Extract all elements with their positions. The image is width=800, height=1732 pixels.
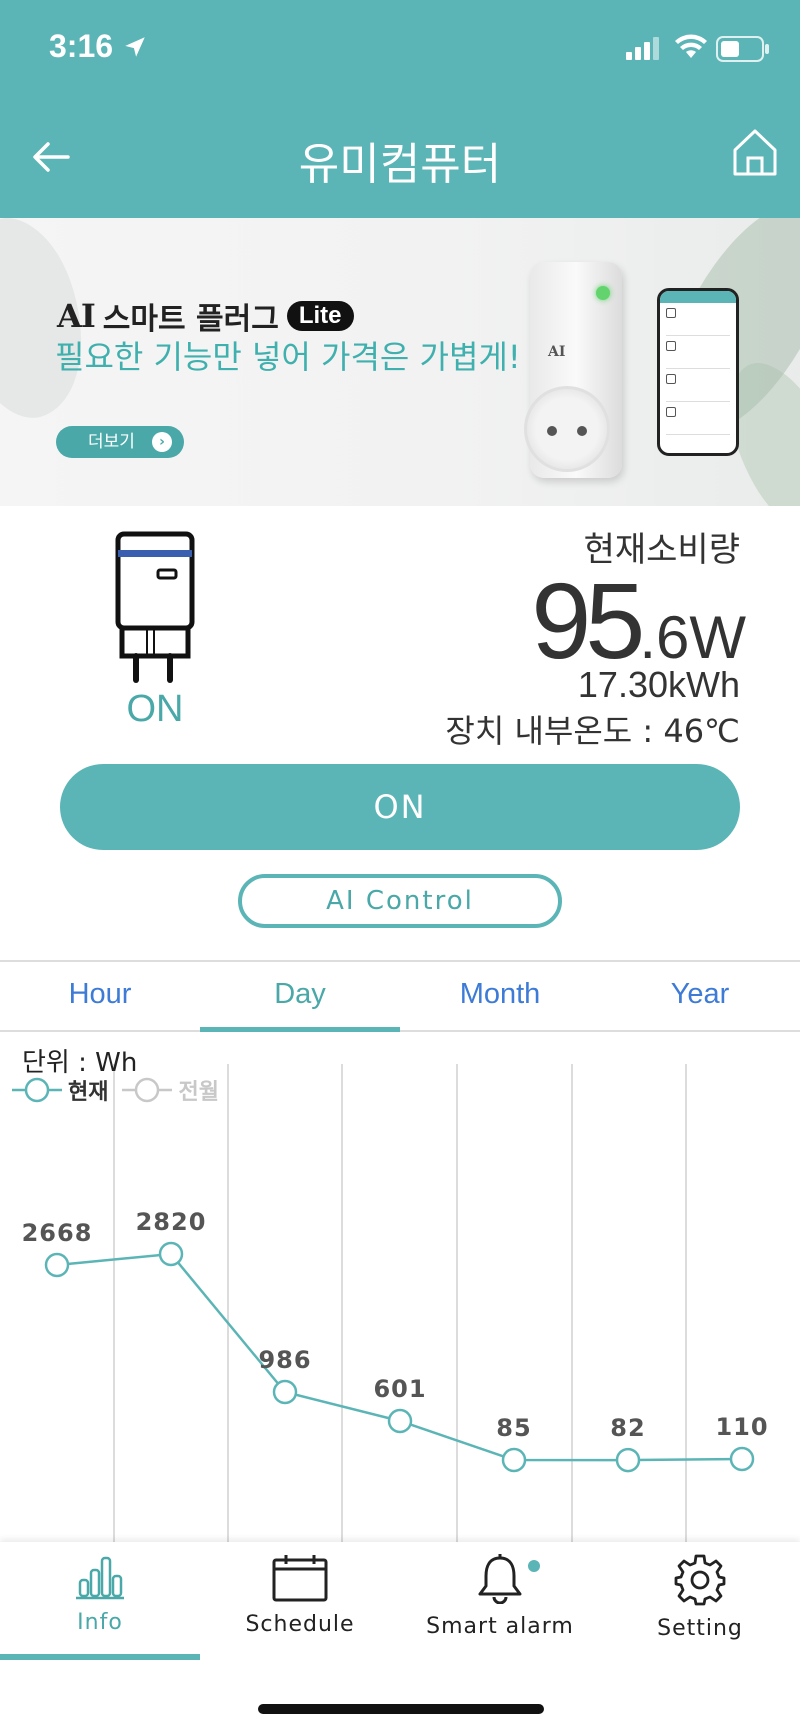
led-indicator [596, 286, 610, 300]
power-decimal-unit: .6W [639, 604, 746, 671]
ai-control-button[interactable]: AI Control [238, 874, 562, 928]
page-title: 유미컴퓨터 [298, 139, 502, 190]
home-indicator [258, 1704, 544, 1714]
nav-info-label: Info [77, 1610, 123, 1635]
status-time: 3:16 [49, 28, 114, 64]
power-toggle-button[interactable]: ON [60, 764, 740, 850]
more-button[interactable]: 더보기 › [56, 426, 184, 458]
nav-info[interactable]: Info [0, 1554, 200, 1635]
nav-setting[interactable]: Setting [600, 1554, 800, 1641]
nav-setting-label: Setting [657, 1616, 743, 1641]
legend-current-label: 현재 [68, 1080, 109, 1105]
data-label: 2668 [22, 1219, 93, 1247]
period-tabs: Hour Day Month Year [0, 960, 800, 1032]
ai-logo: AI [57, 297, 96, 335]
data-point[interactable] [44, 1252, 70, 1278]
data-point[interactable] [615, 1447, 641, 1473]
data-label: 601 [373, 1375, 426, 1403]
data-point[interactable] [387, 1408, 413, 1434]
gear-icon [674, 1554, 726, 1606]
chart-legend: 현재 전월 [12, 1074, 233, 1106]
energy-total: 17.30kWh [577, 664, 740, 705]
home-icon[interactable] [732, 128, 778, 176]
calendar-icon [272, 1555, 328, 1602]
nav-smart-alarm-label: Smart alarm [426, 1614, 574, 1639]
device-info-panel: ON 현재소비량 95.6W 17.30kWh 장치 내부온도 : 46℃ ON… [0, 506, 800, 960]
tab-hour[interactable]: Hour [0, 962, 200, 1030]
nav-schedule-label: Schedule [245, 1612, 355, 1637]
legend-previous-marker-icon [122, 1077, 173, 1103]
plug-icon [115, 531, 195, 683]
battery-icon [716, 36, 769, 62]
plug-logo: AI [548, 344, 566, 360]
nav-bar: 유미컴퓨터 [0, 100, 800, 218]
status-bar: 3:16 [0, 0, 800, 100]
tab-day[interactable]: Day [200, 962, 400, 1032]
internal-temperature: 장치 내부온도 : 46℃ [445, 712, 740, 750]
device-status-label: ON [126, 688, 184, 730]
bar-chart-icon [76, 1556, 124, 1600]
location-arrow-icon [125, 37, 145, 57]
data-label: 82 [610, 1414, 645, 1442]
more-button-label: 더보기 [88, 432, 135, 452]
cellular-signal-icon [626, 37, 659, 60]
data-point[interactable] [272, 1379, 298, 1405]
data-point[interactable] [501, 1447, 527, 1473]
nav-schedule[interactable]: Schedule [200, 1554, 400, 1637]
consumption-chart: 2668 2820 986 601 85 82 110 단위 : Wh 현재 전월 [0, 1034, 800, 1542]
notification-dot [528, 1560, 540, 1572]
banner-subtitle: 필요한 기능만 넣어 가격은 가볍게! [55, 338, 521, 376]
promo-banner[interactable]: AI 스마트 플러그 Lite 필요한 기능만 넣어 가격은 가볍게! 더보기 … [0, 218, 800, 506]
legend-previous-label: 전월 [178, 1080, 219, 1105]
legend-current-marker-icon [12, 1077, 62, 1103]
line-chart-svg: 2668 2820 986 601 85 82 110 [22, 1064, 768, 1542]
smart-plug-image: AI [524, 262, 622, 478]
lite-badge: Lite [286, 301, 354, 331]
chevron-right-icon: › [152, 432, 172, 452]
data-label: 85 [496, 1414, 531, 1442]
data-label: 986 [258, 1346, 311, 1374]
data-point[interactable] [158, 1241, 184, 1267]
nav-smart-alarm[interactable]: Smart alarm [400, 1554, 600, 1639]
phone-mockup-image [657, 288, 739, 456]
power-integer: 95 [531, 560, 645, 681]
wifi-icon [675, 34, 707, 58]
data-label: 2820 [136, 1208, 207, 1236]
legend-current[interactable]: 현재 [12, 1074, 108, 1106]
socket-face [524, 386, 610, 472]
tab-month[interactable]: Month [400, 962, 600, 1030]
data-point[interactable] [729, 1446, 755, 1472]
tab-year[interactable]: Year [600, 962, 800, 1030]
legend-previous-month[interactable]: 전월 [122, 1074, 219, 1106]
data-label: 110 [715, 1413, 768, 1441]
active-tab-indicator [0, 1654, 200, 1660]
bell-icon [478, 1554, 522, 1605]
